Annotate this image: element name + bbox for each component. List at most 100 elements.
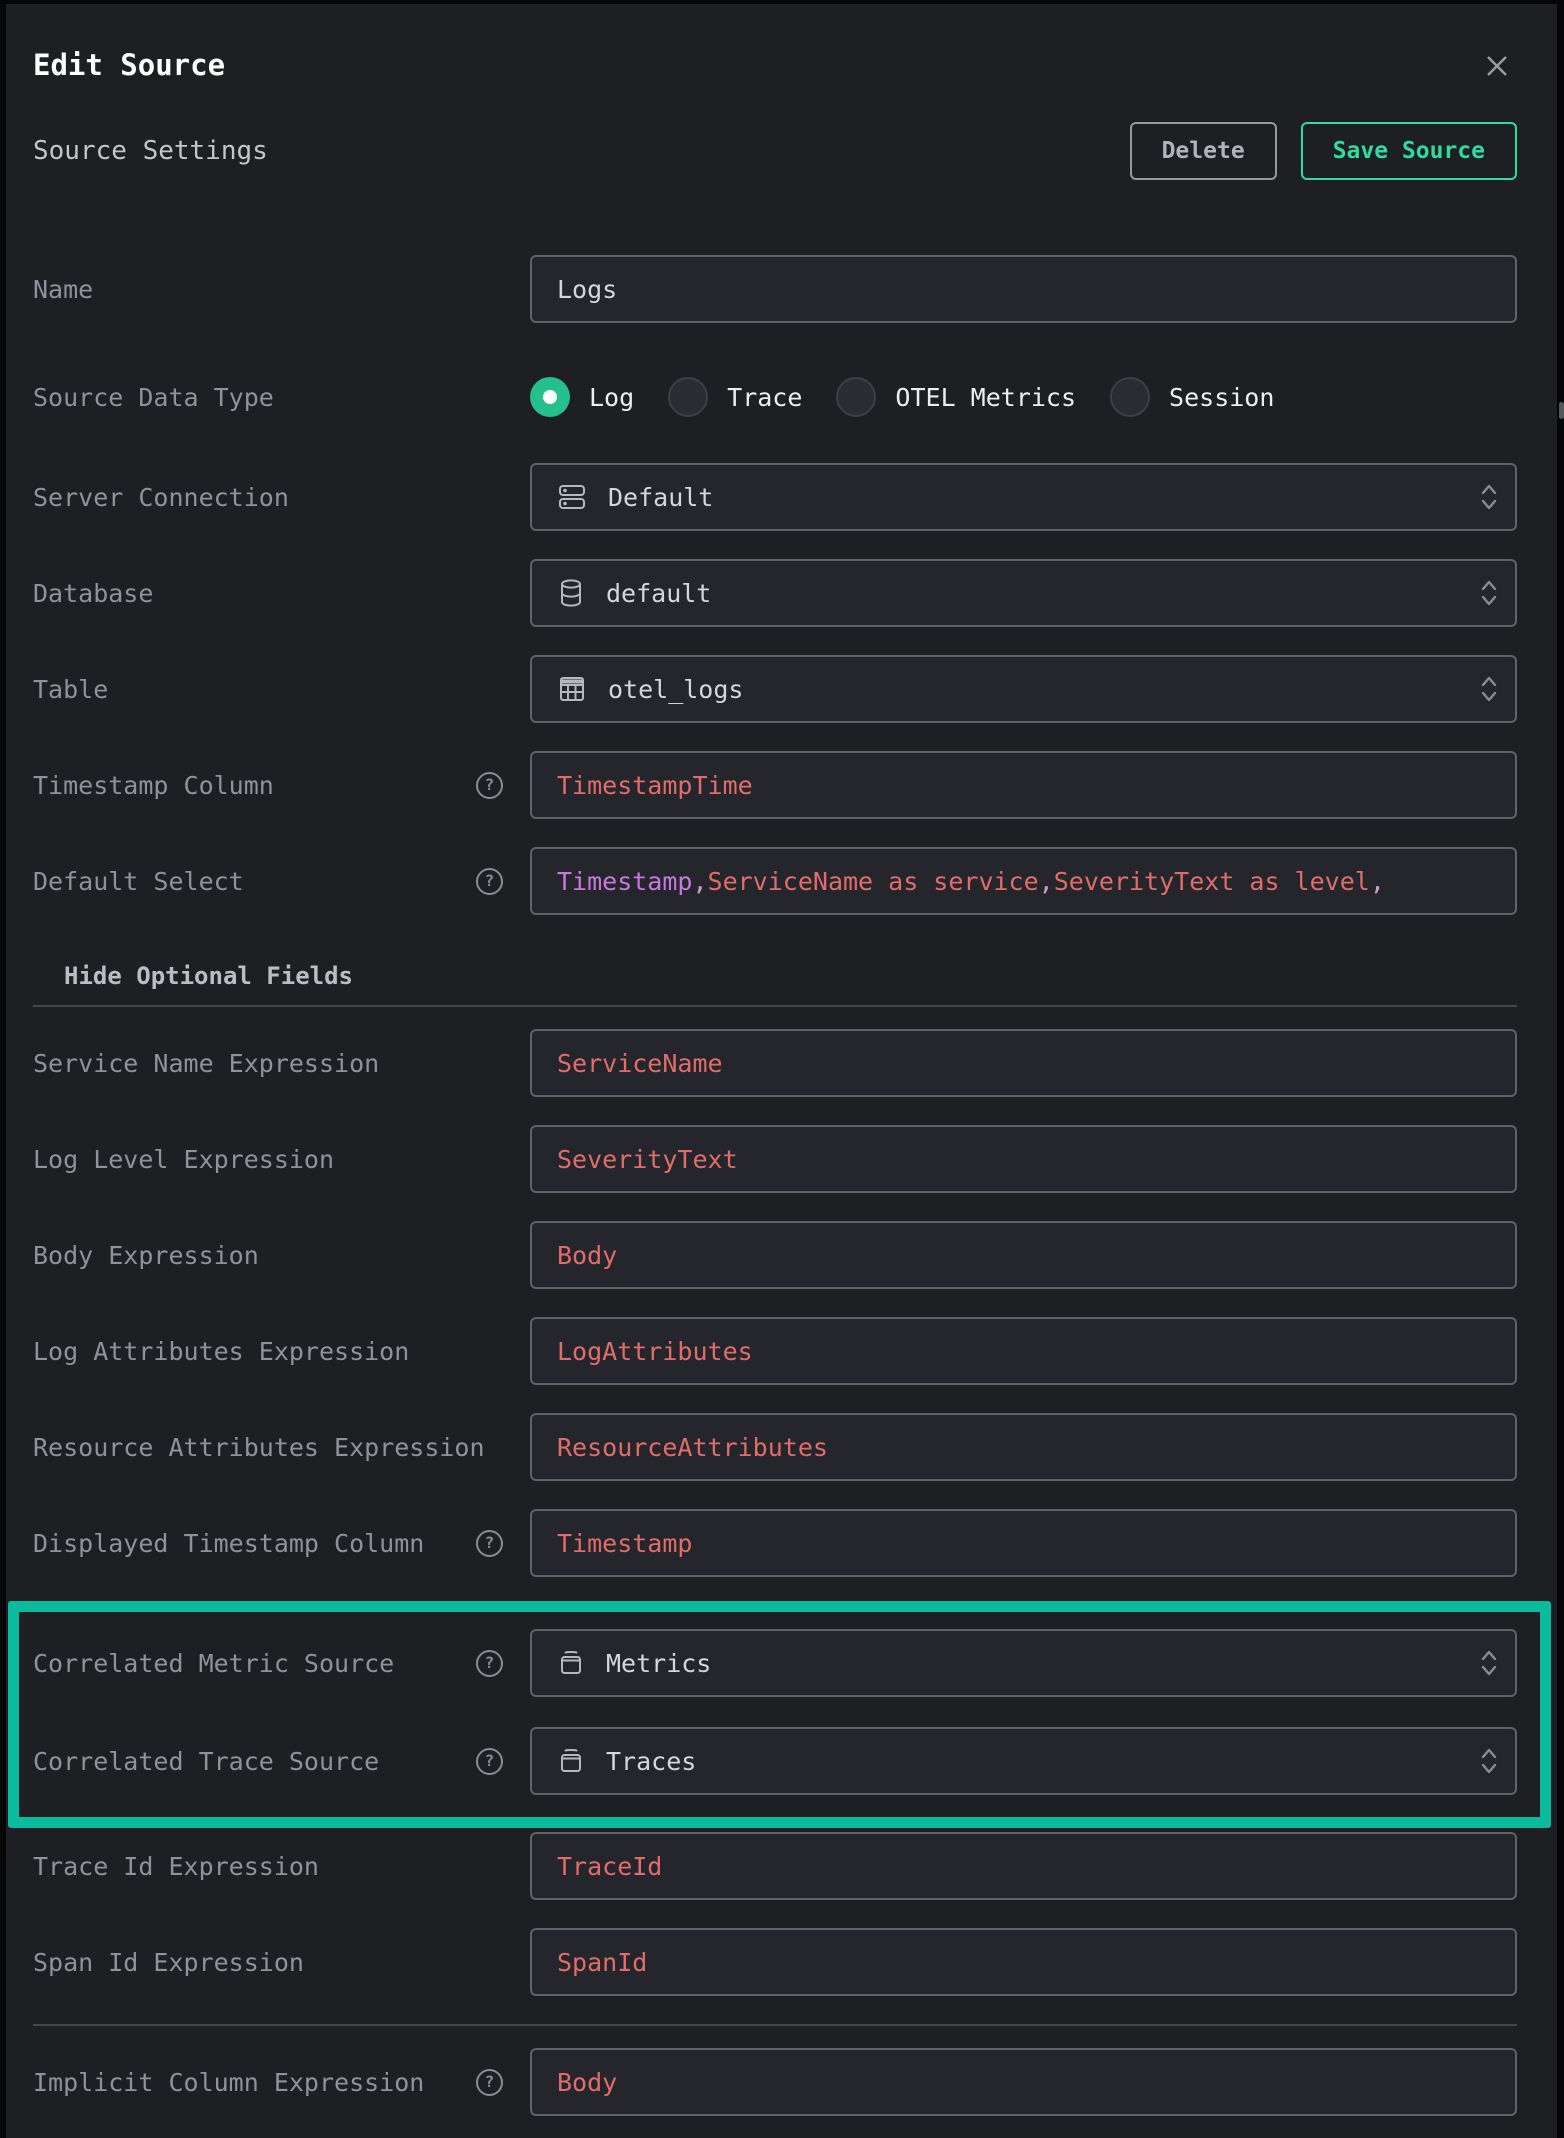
field-row-server-connection: Server Connection Default [33,463,1517,531]
field-row-correlated-metric-source: Correlated Metric Source Metrics [33,1629,1517,1697]
radio-option-session[interactable]: Session [1110,377,1274,417]
hide-optional-fields-toggle[interactable]: Hide Optional Fields [64,963,1517,989]
field-row-database: Database default [33,559,1517,627]
box-icon [557,1648,585,1678]
timestamp-column-label: Timestamp Column [33,768,476,803]
field-row-displayed-timestamp-column: Displayed Timestamp Column Timestamp [33,1509,1517,1577]
resource-attributes-expression-label: Resource Attributes Expression [33,1430,503,1465]
default-select-input[interactable]: Timestamp, ServiceName as service, Sever… [530,847,1517,915]
log-attributes-expression-label: Log Attributes Expression [33,1334,503,1369]
subheader: Source Settings Delete Save Source [33,122,1517,180]
service-name-expression-input[interactable]: ServiceName [530,1029,1517,1097]
box-icon [557,1746,585,1776]
field-row-trace-id-expression: Trace Id Expression TraceId [33,1832,1517,1900]
field-row-log-attributes-expression: Log Attributes Expression LogAttributes [33,1317,1517,1385]
displayed-timestamp-column-label: Displayed Timestamp Column [33,1526,476,1561]
modal-header: Edit Source [33,4,1517,82]
log-level-expression-label: Log Level Expression [33,1142,503,1177]
span-id-expression-input[interactable]: SpanId [530,1928,1517,1996]
server-icon [557,482,587,512]
help-icon[interactable] [476,868,503,895]
chevron-up-down-icon [1478,1646,1500,1680]
log-attributes-expression-input[interactable]: LogAttributes [530,1317,1517,1385]
source-settings-form: Name Logs Source Data Type Log Trace OTE… [33,255,1517,2116]
field-row-body-expression: Body Expression Body [33,1221,1517,1289]
sql-token: , [1039,867,1054,896]
sql-token: Timestamp [557,867,692,896]
section-heading: Source Settings [33,136,268,166]
name-input[interactable]: Logs [530,255,1517,323]
field-row-correlated-trace-source: Correlated Trace Source Traces [33,1727,1517,1795]
scrollbar-thumb[interactable] [1559,402,1564,419]
page-title: Edit Source [33,48,225,82]
sql-token: , [1370,867,1385,896]
correlated-trace-source-select[interactable]: Traces [530,1727,1517,1795]
database-value: default [606,579,711,608]
server-connection-label: Server Connection [33,480,503,515]
table-select[interactable]: otel_logs [530,655,1517,723]
database-select[interactable]: default [530,559,1517,627]
correlated-metric-source-label: Correlated Metric Source [33,1646,476,1681]
field-row-span-id-expression: Span Id Expression SpanId [33,1928,1517,1996]
correlated-trace-source-label: Correlated Trace Source [33,1744,476,1779]
chevron-up-down-icon [1478,576,1500,610]
divider [33,2024,1517,2026]
close-button[interactable] [1483,52,1511,80]
radio-option-otel-metrics[interactable]: OTEL Metrics [836,377,1076,417]
chevron-up-down-icon [1478,480,1500,514]
highlight-box: Correlated Metric Source Metrics [8,1601,1551,1828]
server-connection-value: Default [608,483,713,512]
header-buttons: Delete Save Source [1130,122,1517,180]
field-row-default-select: Default Select Timestamp, ServiceName as… [33,847,1517,915]
field-row-resource-attributes-expression: Resource Attributes Expression ResourceA… [33,1413,1517,1481]
field-row-service-name-expression: Service Name Expression ServiceName [33,1029,1517,1097]
server-connection-select[interactable]: Default [530,463,1517,531]
table-icon [557,674,587,704]
field-row-name: Name Logs [33,255,1517,323]
resource-attributes-expression-input[interactable]: ResourceAttributes [530,1413,1517,1481]
help-icon[interactable] [476,2069,503,2096]
table-label: Table [33,672,503,707]
implicit-column-expression-input[interactable]: Body [530,2048,1517,2116]
radio-option-log[interactable]: Log [530,377,634,417]
log-level-expression-input[interactable]: SeverityText [530,1125,1517,1193]
displayed-timestamp-column-input[interactable]: Timestamp [530,1509,1517,1577]
correlated-trace-source-value: Traces [606,1747,696,1776]
field-row-log-level-expression: Log Level Expression SeverityText [33,1125,1517,1193]
implicit-column-expression-label: Implicit Column Expression [33,2065,476,2100]
save-source-button[interactable]: Save Source [1301,122,1517,180]
help-icon[interactable] [476,1530,503,1557]
correlated-metric-source-value: Metrics [606,1649,711,1678]
radio-unselected-icon[interactable] [1110,377,1150,417]
default-select-label: Default Select [33,864,476,899]
sql-token: , [692,867,707,896]
trace-id-expression-label: Trace Id Expression [33,1849,503,1884]
chevron-up-down-icon [1478,1744,1500,1778]
chevron-up-down-icon [1478,672,1500,706]
radio-unselected-icon[interactable] [668,377,708,417]
body-expression-label: Body Expression [33,1238,503,1273]
table-value: otel_logs [608,675,743,704]
trace-id-expression-input[interactable]: TraceId [530,1832,1517,1900]
service-name-expression-label: Service Name Expression [33,1046,503,1081]
close-icon [1483,52,1511,80]
delete-button[interactable]: Delete [1130,122,1277,180]
timestamp-column-input[interactable]: TimestampTime [530,751,1517,819]
field-row-table: Table otel_logs [33,655,1517,723]
help-icon[interactable] [476,1650,503,1677]
database-label: Database [33,576,503,611]
edit-source-modal: Edit Source Source Settings Delete Save … [6,4,1557,2138]
divider [33,1005,1517,1007]
radio-unselected-icon[interactable] [836,377,876,417]
field-row-timestamp-column: Timestamp Column TimestampTime [33,751,1517,819]
sql-token: SeverityText as level [1054,867,1370,896]
correlated-metric-source-select[interactable]: Metrics [530,1629,1517,1697]
span-id-expression-label: Span Id Expression [33,1945,503,1980]
radio-option-trace[interactable]: Trace [668,377,802,417]
help-icon[interactable] [476,772,503,799]
help-icon[interactable] [476,1748,503,1775]
name-label: Name [33,272,503,307]
radio-selected-icon[interactable] [530,377,570,417]
body-expression-input[interactable]: Body [530,1221,1517,1289]
field-row-implicit-column-expression: Implicit Column Expression Body [33,2048,1517,2116]
